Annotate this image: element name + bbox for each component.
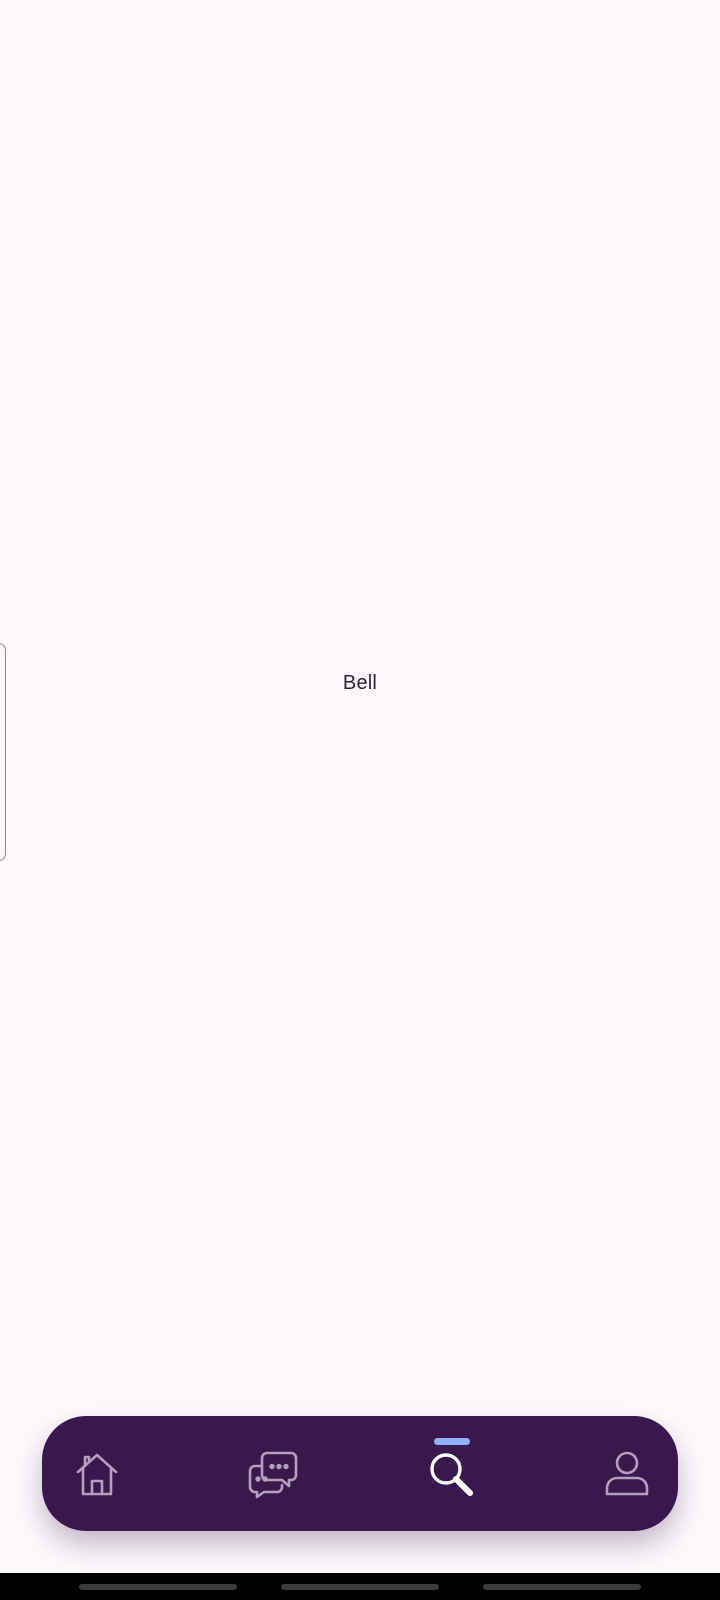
gesture-handle[interactable]: [281, 1584, 439, 1590]
bottom-navigation-bar: [42, 1416, 678, 1531]
gesture-handle[interactable]: [79, 1584, 237, 1590]
status-bar: [0, 0, 720, 52]
system-navigation-bar: [0, 1573, 720, 1600]
search-icon: [430, 1452, 473, 1496]
nav-item-profile[interactable]: [572, 1416, 682, 1531]
home-icon: [76, 1453, 118, 1495]
nav-item-search[interactable]: [396, 1416, 506, 1531]
gesture-handle[interactable]: [483, 1584, 641, 1590]
page-label: Bell: [342, 672, 378, 694]
chat-icon: [248, 1451, 298, 1498]
app-screen: Bell: [0, 0, 720, 1600]
active-tab-indicator: [434, 1438, 470, 1445]
profile-icon: [605, 1451, 649, 1495]
nav-item-messages[interactable]: [218, 1416, 328, 1531]
nav-item-home[interactable]: [42, 1416, 152, 1531]
